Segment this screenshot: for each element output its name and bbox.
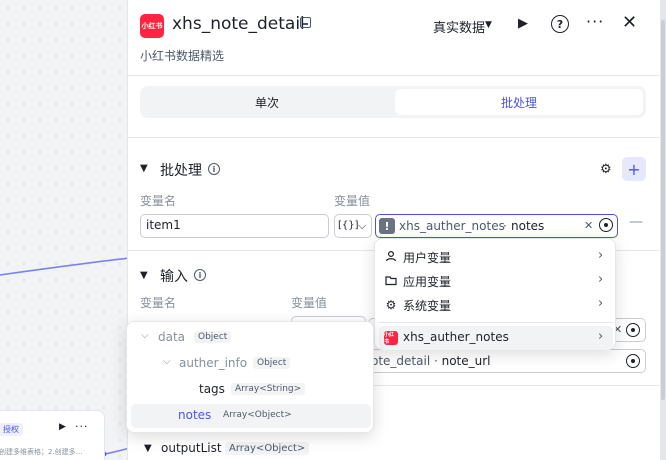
- folder-icon: [384, 274, 398, 289]
- menu-item-label: 应用变量: [403, 275, 452, 289]
- tree-item-type: Array<String>: [231, 383, 306, 395]
- target-icon[interactable]: [599, 218, 613, 232]
- target-icon[interactable]: [626, 323, 640, 337]
- collapse-caret-icon[interactable]: ▼: [144, 443, 152, 454]
- variable-source-menu: 用户变量 › 应用变量 › ⚙ 系统变量 › 小红书 xhs_auther_no…: [374, 238, 616, 350]
- node-subtitle: 小红书数据精选: [140, 49, 225, 63]
- column-label-name: 变量名: [140, 296, 177, 310]
- tab-single[interactable]: 单次: [143, 89, 391, 115]
- batch-section-title: 批处理: [160, 163, 202, 179]
- menu-item-label: 用户变量: [403, 251, 452, 265]
- xiaohongshu-logo-icon: 小红书: [140, 14, 164, 38]
- node-description: 创建多维表格；2.创建多…: [0, 448, 83, 456]
- output-variable-name: outputList: [161, 441, 222, 455]
- target-icon[interactable]: [626, 354, 640, 368]
- chevron-right-icon: ›: [598, 248, 604, 263]
- menu-item-app-variables[interactable]: 应用变量 ›: [379, 269, 613, 293]
- input-section-title: 输入: [160, 269, 188, 285]
- menu-item-user-variables[interactable]: 用户变量 ›: [379, 245, 613, 269]
- value-type-select[interactable]: [{}] ⌵: [334, 214, 372, 238]
- gear-icon: ⚙: [385, 298, 397, 312]
- array-type-icon: [{}]: [338, 220, 359, 231]
- chevron-down-icon: ⌵: [358, 219, 367, 232]
- menu-item-label: 系统变量: [403, 299, 452, 313]
- batch-variable-reference-input[interactable]: ! xhs_auther_notes · notes ✕: [375, 214, 618, 238]
- user-icon: [384, 250, 398, 265]
- ref-node-name: ote_detail: [371, 354, 431, 368]
- node-title: xhs_note_detail: [172, 14, 305, 34]
- chevron-down-icon[interactable]: ▼: [485, 20, 492, 30]
- menu-item-xhs-auther-notes[interactable]: 小红书 xhs_auther_notes ›: [379, 326, 613, 350]
- help-icon[interactable]: ?: [551, 15, 569, 33]
- tree-item-type: Array<Object>: [219, 409, 296, 421]
- data-mode-select[interactable]: 真实数据: [433, 17, 485, 36]
- divider: [379, 322, 613, 323]
- input-reference-input[interactable]: ote_detail · note_url: [368, 349, 646, 373]
- scrollbar[interactable]: [660, 0, 666, 460]
- play-icon[interactable]: ▶: [59, 422, 66, 432]
- collapse-caret-icon[interactable]: ▼: [140, 163, 148, 174]
- clear-icon[interactable]: ✕: [584, 219, 593, 232]
- tree-item-type: Object: [194, 331, 232, 343]
- scrollbar-thumb[interactable]: [661, 20, 665, 400]
- chevron-down-icon[interactable]: ⌵: [163, 356, 171, 367]
- chevron-right-icon: ›: [598, 296, 604, 311]
- tree-item-type: Object: [253, 357, 291, 369]
- info-icon[interactable]: i: [208, 163, 220, 175]
- xiaohongshu-logo-icon: 小红书: [384, 331, 398, 345]
- collapse-caret-icon[interactable]: ▼: [140, 270, 148, 281]
- tree-item-name: data: [158, 330, 186, 344]
- tree-item-name: auther_info: [179, 356, 248, 370]
- info-icon[interactable]: i: [194, 269, 206, 281]
- mode-tabs: 单次 批处理: [140, 86, 646, 118]
- tree-item-auther-info[interactable]: ⌵ auther_info Object: [131, 352, 371, 376]
- field-tree-popover: ⌵ data Object ⌵ auther_info Object tags …: [126, 321, 374, 433]
- chevron-right-icon: ›: [598, 329, 604, 344]
- divider: [128, 75, 661, 76]
- tree-item-name: notes: [178, 408, 212, 422]
- add-batch-variable-button[interactable]: +: [622, 157, 646, 181]
- gear-icon[interactable]: ⚙: [600, 162, 612, 177]
- workflow-node-card[interactable]: 授权 ▶ ··· 创建多维表格；2.创建多…: [0, 410, 105, 460]
- ref-field-name: note_url: [441, 354, 491, 368]
- remove-row-button[interactable]: —: [629, 214, 643, 230]
- batch-variable-name-input[interactable]: item1: [140, 214, 329, 238]
- column-label-name: 变量名: [140, 194, 177, 208]
- warning-icon: !: [379, 218, 395, 234]
- tree-item-name: tags: [199, 382, 225, 396]
- play-icon[interactable]: ▶: [518, 16, 528, 31]
- tree-item-tags[interactable]: tags Array<String>: [131, 378, 371, 402]
- tab-batch[interactable]: 批处理: [395, 89, 643, 115]
- output-variable-type: Array<Object>: [225, 442, 310, 455]
- menu-item-label: xhs_auther_notes: [403, 330, 509, 344]
- column-label-value: 变量值: [291, 296, 328, 310]
- workflow-canvas[interactable]: 授权 ▶ ··· 创建多维表格；2.创建多…: [0, 0, 130, 460]
- tree-item-data[interactable]: ⌵ data Object: [131, 326, 371, 350]
- ref-field-name: notes: [511, 219, 545, 233]
- more-icon[interactable]: ···: [586, 12, 604, 31]
- divider: [128, 137, 661, 138]
- auth-badge[interactable]: 授权: [0, 423, 23, 436]
- more-icon[interactable]: ···: [75, 420, 89, 433]
- tree-item-notes[interactable]: notes Array<Object>: [131, 404, 371, 428]
- menu-item-system-variables[interactable]: ⚙ 系统变量 ›: [379, 293, 613, 317]
- ref-node-name: xhs_auther_notes: [399, 219, 505, 233]
- edit-icon[interactable]: [300, 17, 311, 28]
- chevron-down-icon[interactable]: ⌵: [141, 330, 149, 341]
- connection-curve: [0, 257, 130, 457]
- close-icon[interactable]: ✕: [622, 12, 637, 33]
- chevron-right-icon: ›: [598, 272, 604, 287]
- column-label-value: 变量值: [334, 194, 371, 208]
